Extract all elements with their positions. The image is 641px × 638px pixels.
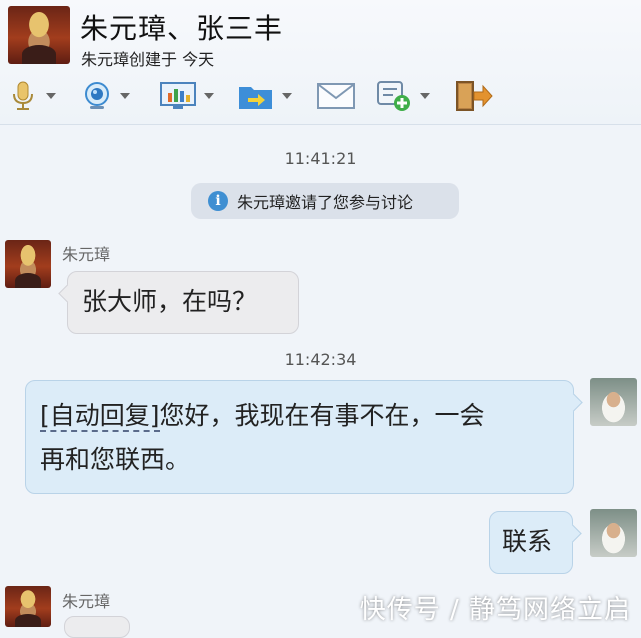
exit-discussion-button[interactable] (455, 76, 493, 116)
group-avatar[interactable] (8, 6, 70, 64)
self-avatar[interactable] (590, 509, 637, 557)
mail-button[interactable] (317, 76, 355, 116)
system-notice-text: 朱元璋邀请了您参与讨论 (237, 193, 414, 212)
mail-icon (317, 81, 355, 111)
chat-title: 朱元璋、张三丰 (80, 12, 284, 45)
message-text: 联系 (502, 527, 553, 556)
chevron-down-icon[interactable] (204, 93, 214, 99)
self-avatar[interactable] (590, 378, 637, 426)
message-bubble[interactable]: 张大师，在吗？ (58, 271, 299, 334)
auto-reply-bubble[interactable]: [自动回复]您好，我现在有事不在，一会 再和您联西。 (25, 380, 583, 494)
message-text: 您好，我现在有事不在，一会 (159, 401, 485, 430)
sender-name: 朱元璋 (62, 592, 111, 611)
message-line: [自动回复]您好，我现在有事不在，一会 (40, 394, 573, 438)
auto-reply-tag: [自动回复] (40, 401, 160, 432)
chat-header: 朱元璋、张三丰 朱元璋创建于 今天 (0, 0, 641, 125)
screen-share-icon (160, 81, 196, 111)
screen-share-button[interactable] (160, 76, 214, 116)
sender-name: 朱元璋 (62, 245, 111, 264)
message-bubble[interactable]: 联系 (489, 511, 582, 574)
chat-toolbar (0, 76, 641, 118)
chevron-down-icon[interactable] (120, 93, 130, 99)
timestamp: 11:42:34 (284, 350, 357, 369)
chevron-down-icon[interactable] (282, 93, 292, 99)
voice-call-button[interactable] (8, 76, 56, 116)
chevron-down-icon[interactable] (46, 93, 56, 99)
chevron-down-icon[interactable] (420, 93, 430, 99)
exit-icon (455, 81, 493, 111)
system-notice: i 朱元璋邀请了您参与讨论 (191, 183, 459, 219)
video-call-button[interactable] (82, 76, 130, 116)
file-transfer-icon (238, 81, 274, 111)
watermark-text: 快传号 / 静笃网络立启 (359, 595, 631, 625)
sender-avatar[interactable] (5, 240, 51, 288)
message-bubble[interactable] (64, 616, 130, 638)
video-camera-icon (82, 81, 112, 111)
add-note-icon (376, 81, 412, 111)
message-text: 再和您联西。 (40, 445, 191, 474)
chat-subtitle: 朱元璋创建于 今天 (81, 50, 215, 69)
add-note-button[interactable] (376, 76, 430, 116)
file-transfer-button[interactable] (238, 76, 292, 116)
sender-avatar[interactable] (5, 586, 51, 627)
microphone-icon (8, 81, 38, 111)
message-text: 张大师，在吗？ (82, 287, 258, 316)
info-icon: i (208, 191, 228, 211)
timestamp: 11:41:21 (284, 149, 357, 168)
